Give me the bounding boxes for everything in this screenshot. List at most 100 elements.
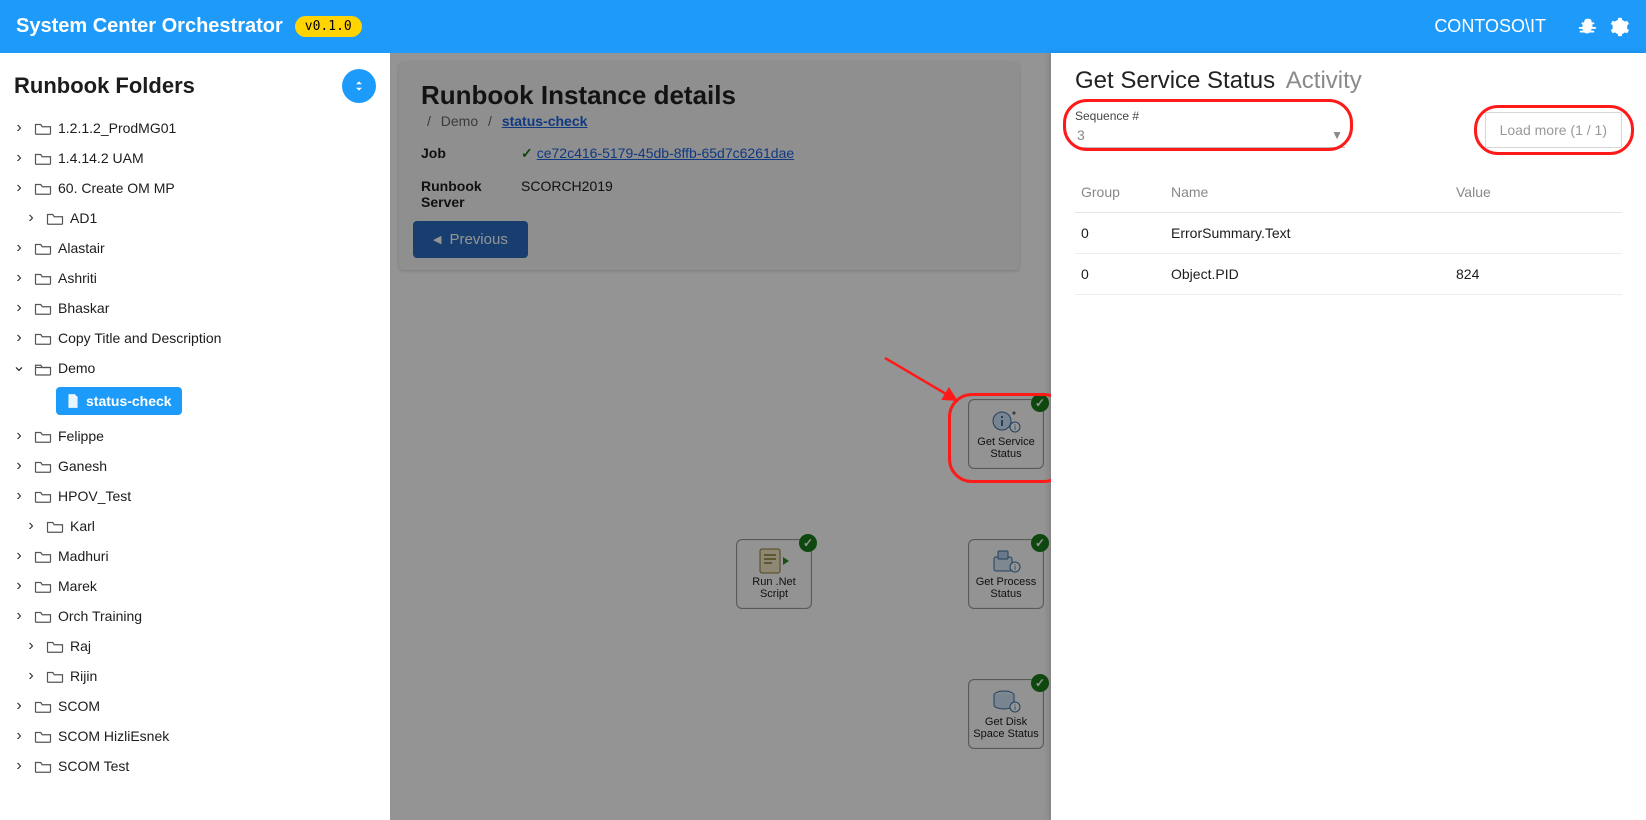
caret-icon: [24, 208, 38, 228]
folder-label: 60. Create OM MP: [58, 178, 175, 198]
col-group: Group: [1081, 184, 1171, 200]
folder-row[interactable]: HPOV_Test: [0, 481, 390, 511]
folder-tree[interactable]: 1.2.1.2_ProdMG01 1.4.14.2 UAM 60. Create O…: [0, 113, 390, 820]
folder-icon: [34, 331, 52, 345]
folder-row[interactable]: Rijin: [0, 661, 390, 691]
folder-icon: [34, 301, 52, 315]
cell-value: [1456, 225, 1616, 241]
folder-row[interactable]: Karl: [0, 511, 390, 541]
folder-icon: [34, 151, 52, 165]
col-value: Value: [1456, 184, 1616, 200]
node-label: Run .Net Script: [739, 577, 809, 600]
folder-row[interactable]: 60. Create OM MP: [0, 173, 390, 203]
table-row[interactable]: 0ErrorSummary.Text: [1075, 213, 1622, 254]
folder-row[interactable]: AD1: [0, 203, 390, 233]
sidebar: Runbook Folders 1.2.1.2_ProdMG01 1.4.14.2…: [0, 53, 390, 820]
folder-row[interactable]: Alastair: [0, 233, 390, 263]
node-get-service-status[interactable]: i Get Service Status ✓: [968, 399, 1044, 469]
folder-row[interactable]: Marek: [0, 571, 390, 601]
folder-row[interactable]: Ashriti: [0, 263, 390, 293]
previous-button[interactable]: Previous: [413, 221, 528, 258]
folder-row[interactable]: Felippe: [0, 421, 390, 451]
folder-icon: [34, 121, 52, 135]
chevron-down-icon: ▼: [1331, 128, 1343, 142]
node-get-disk-space[interactable]: i Get Disk Space Status ✓: [968, 679, 1044, 749]
top-bar: System Center Orchestrator v0.1.0 CONTOS…: [0, 0, 1646, 53]
col-name: Name: [1171, 184, 1456, 200]
caret-icon: [12, 238, 26, 258]
folder-row[interactable]: Raj: [0, 631, 390, 661]
folder-label: Ganesh: [58, 456, 107, 476]
folder-row[interactable]: SCOM HizliEsnek: [0, 721, 390, 751]
svg-text:i: i: [1014, 423, 1016, 432]
caret-icon: [24, 666, 38, 686]
table-row[interactable]: 0Object.PID824: [1075, 254, 1622, 295]
caret-icon: [12, 606, 26, 626]
folder-row[interactable]: 1.4.14.2 UAM: [0, 143, 390, 173]
folder-row[interactable]: Ganesh: [0, 451, 390, 481]
caret-icon: [12, 298, 26, 318]
folder-icon: [34, 609, 52, 623]
folder-label: Rijin: [70, 666, 97, 686]
folder-row[interactable]: Orch Training: [0, 601, 390, 631]
caret-icon: [12, 328, 26, 348]
sequence-value: 3: [1077, 127, 1085, 143]
caret-icon: [12, 268, 26, 288]
folder-label: Copy Title and Description: [58, 328, 221, 348]
folder-row[interactable]: SCOM: [0, 691, 390, 721]
folder-row[interactable]: Copy Title and Description: [0, 323, 390, 353]
file-icon: [66, 393, 80, 409]
cell-name: Object.PID: [1171, 266, 1456, 282]
caret-icon: [12, 118, 26, 138]
folder-label: AD1: [70, 208, 97, 228]
folder-row[interactable]: Madhuri: [0, 541, 390, 571]
folder-label: Madhuri: [58, 546, 109, 566]
caret-icon: [12, 756, 26, 776]
folder-label: SCOM HizliEsnek: [58, 726, 169, 746]
caret-icon: [12, 696, 26, 716]
folder-row[interactable]: Bhaskar: [0, 293, 390, 323]
current-user: CONTOSO\IT: [1434, 16, 1546, 37]
canvas: Runbook Instance details / Demo / status…: [390, 53, 1051, 820]
bug-icon[interactable]: [1576, 16, 1598, 38]
caret-icon: [12, 576, 26, 596]
version-badge: v0.1.0: [295, 16, 362, 37]
status-success-icon: ✓: [1031, 394, 1049, 412]
sequence-selector[interactable]: Sequence # 3 ▼: [1075, 109, 1345, 148]
folder-label: Alastair: [58, 238, 105, 258]
node-get-process-status[interactable]: i Get Process Status ✓: [968, 539, 1044, 609]
folder-row[interactable]: SCOM Test: [0, 751, 390, 781]
gear-icon[interactable]: [1608, 16, 1630, 38]
runbook-file-selected[interactable]: status-check: [56, 387, 182, 415]
folder-label: Felippe: [58, 426, 104, 446]
sidebar-heading: Runbook Folders: [14, 73, 195, 99]
status-success-icon: ✓: [1031, 534, 1049, 552]
file-label: status-check: [86, 393, 172, 409]
collapse-sidebar-button[interactable]: [342, 69, 376, 103]
cell-group: 0: [1081, 225, 1171, 241]
gear-info-icon: i: [989, 407, 1023, 435]
folder-icon: [34, 729, 52, 743]
caret-icon: [12, 456, 26, 476]
main-area: Runbook Instance details / Demo / status…: [390, 53, 1646, 820]
folder-label: Karl: [70, 516, 95, 536]
folder-row[interactable]: Demo: [0, 353, 390, 383]
disk-icon: i: [989, 687, 1023, 715]
folder-label: Orch Training: [58, 606, 142, 626]
app-title: System Center Orchestrator: [16, 15, 283, 38]
diagram-connectors: [390, 53, 690, 203]
folder-label: Ashriti: [58, 268, 97, 288]
caret-icon: [12, 148, 26, 168]
load-more-button[interactable]: Load more (1 / 1): [1485, 112, 1622, 148]
node-run-script[interactable]: Run .Net Script ✓: [736, 539, 812, 609]
node-label: Get Disk Space Status: [971, 717, 1041, 740]
folder-label: 1.2.1.2_ProdMG01: [58, 118, 176, 138]
folder-label: Raj: [70, 636, 91, 656]
folder-icon: [34, 579, 52, 593]
folder-icon: [46, 211, 64, 225]
folder-label: Bhaskar: [58, 298, 109, 318]
collapse-icon: [352, 79, 366, 93]
folder-row[interactable]: 1.2.1.2_ProdMG01: [0, 113, 390, 143]
caret-icon: [12, 178, 26, 198]
activity-panel: Get Service Status Activity Sequence # 3…: [1051, 53, 1646, 820]
